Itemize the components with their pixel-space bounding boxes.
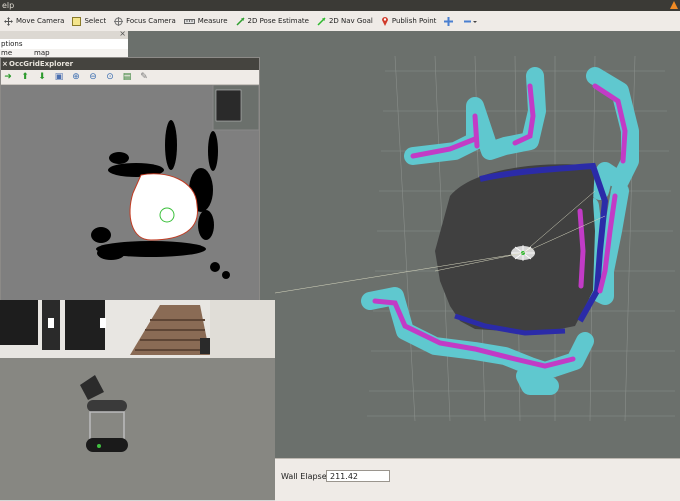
map-visualization xyxy=(275,55,675,422)
pose-estimate-icon xyxy=(235,16,245,26)
arrow-up-icon[interactable]: ⬆ xyxy=(18,71,32,83)
minus-dropdown-icon xyxy=(464,20,478,23)
tool-focus-camera[interactable]: Focus Camera xyxy=(110,11,180,31)
property-value: map xyxy=(34,49,50,57)
tool-focus-camera-label: Focus Camera xyxy=(126,17,176,25)
occgrid-explorer-window: × OccGridExplorer ➜ ⬆ ⬇ ▣ ⊕ ⊖ ⊙ ▤ ✎ xyxy=(0,57,260,302)
rviz-3d-viewport[interactable] xyxy=(275,31,680,458)
zoom-in-icon[interactable]: ⊕ xyxy=(69,71,83,83)
arrow-down-icon[interactable]: ⬇ xyxy=(35,71,49,83)
property-key: me xyxy=(1,49,13,57)
tool-move-camera[interactable]: Move Camera xyxy=(0,11,68,31)
occgrid-toolbar: ➜ ⬆ ⬇ ▣ ⊕ ⊖ ⊙ ▤ ✎ xyxy=(1,70,259,85)
window-close-icon[interactable]: × xyxy=(2,58,8,70)
tool-2d-nav-goal-label: 2D Nav Goal xyxy=(328,17,373,25)
occgrid-map-view[interactable] xyxy=(1,85,259,301)
zoom-out-icon[interactable]: ⊖ xyxy=(86,71,100,83)
robot-photo xyxy=(0,300,275,500)
displays-panel-header: × xyxy=(0,29,128,39)
free-space-area xyxy=(435,164,595,331)
select-icon xyxy=(72,16,82,26)
occgrid-title-bar: × OccGridExplorer xyxy=(1,58,259,70)
tool-move-camera-label: Move Camera xyxy=(16,17,65,25)
measure-icon xyxy=(183,18,195,24)
tool-2d-nav-goal[interactable]: 2D Nav Goal xyxy=(313,11,377,31)
publish-point-icon xyxy=(381,17,388,26)
displays-section-row[interactable]: ptions xyxy=(0,40,128,49)
rviz-toolbar: Move Camera Select Focus Camera Measure … xyxy=(0,11,680,32)
tool-publish-point-label: Publish Point xyxy=(391,17,437,25)
tool-publish-point[interactable]: Publish Point xyxy=(377,11,441,31)
tool-select[interactable]: Select xyxy=(68,11,110,31)
menubar: elp xyxy=(0,0,680,11)
ros-cone-icon xyxy=(670,1,678,9)
close-icon[interactable]: × xyxy=(119,29,126,38)
tool-measure[interactable]: Measure xyxy=(180,11,232,31)
image-icon[interactable]: ▣ xyxy=(52,71,66,83)
minimap-thumbnail xyxy=(212,85,259,131)
save-icon[interactable]: ▤ xyxy=(120,71,134,83)
arrow-right-icon[interactable]: ➜ xyxy=(1,71,15,83)
zoom-fit-icon[interactable]: ⊙ xyxy=(103,71,117,83)
tool-select-label: Select xyxy=(84,17,107,25)
tool-measure-label: Measure xyxy=(197,17,228,25)
move-camera-icon xyxy=(4,16,13,26)
occgrid-map xyxy=(1,85,259,301)
camera-photo-inset xyxy=(0,300,275,500)
displays-section-label: ptions xyxy=(1,40,23,48)
tool-2d-pose-estimate[interactable]: 2D Pose Estimate xyxy=(232,11,313,31)
time-status-bar: Wall Elapsed: 211.42 xyxy=(275,458,680,501)
tool-add-button[interactable] xyxy=(440,11,460,31)
occgrid-title: OccGridExplorer xyxy=(9,60,74,68)
menu-help[interactable]: elp xyxy=(0,0,14,11)
nav-goal-icon xyxy=(317,16,326,26)
tool-2d-pose-estimate-label: 2D Pose Estimate xyxy=(247,17,309,25)
wall-elapsed-field[interactable]: 211.42 xyxy=(326,470,390,482)
crosshair-plus-icon xyxy=(444,16,454,26)
clear-brush-icon[interactable]: ✎ xyxy=(137,71,151,83)
tool-remove-dropdown[interactable] xyxy=(460,11,485,31)
focus-camera-icon xyxy=(114,16,124,26)
